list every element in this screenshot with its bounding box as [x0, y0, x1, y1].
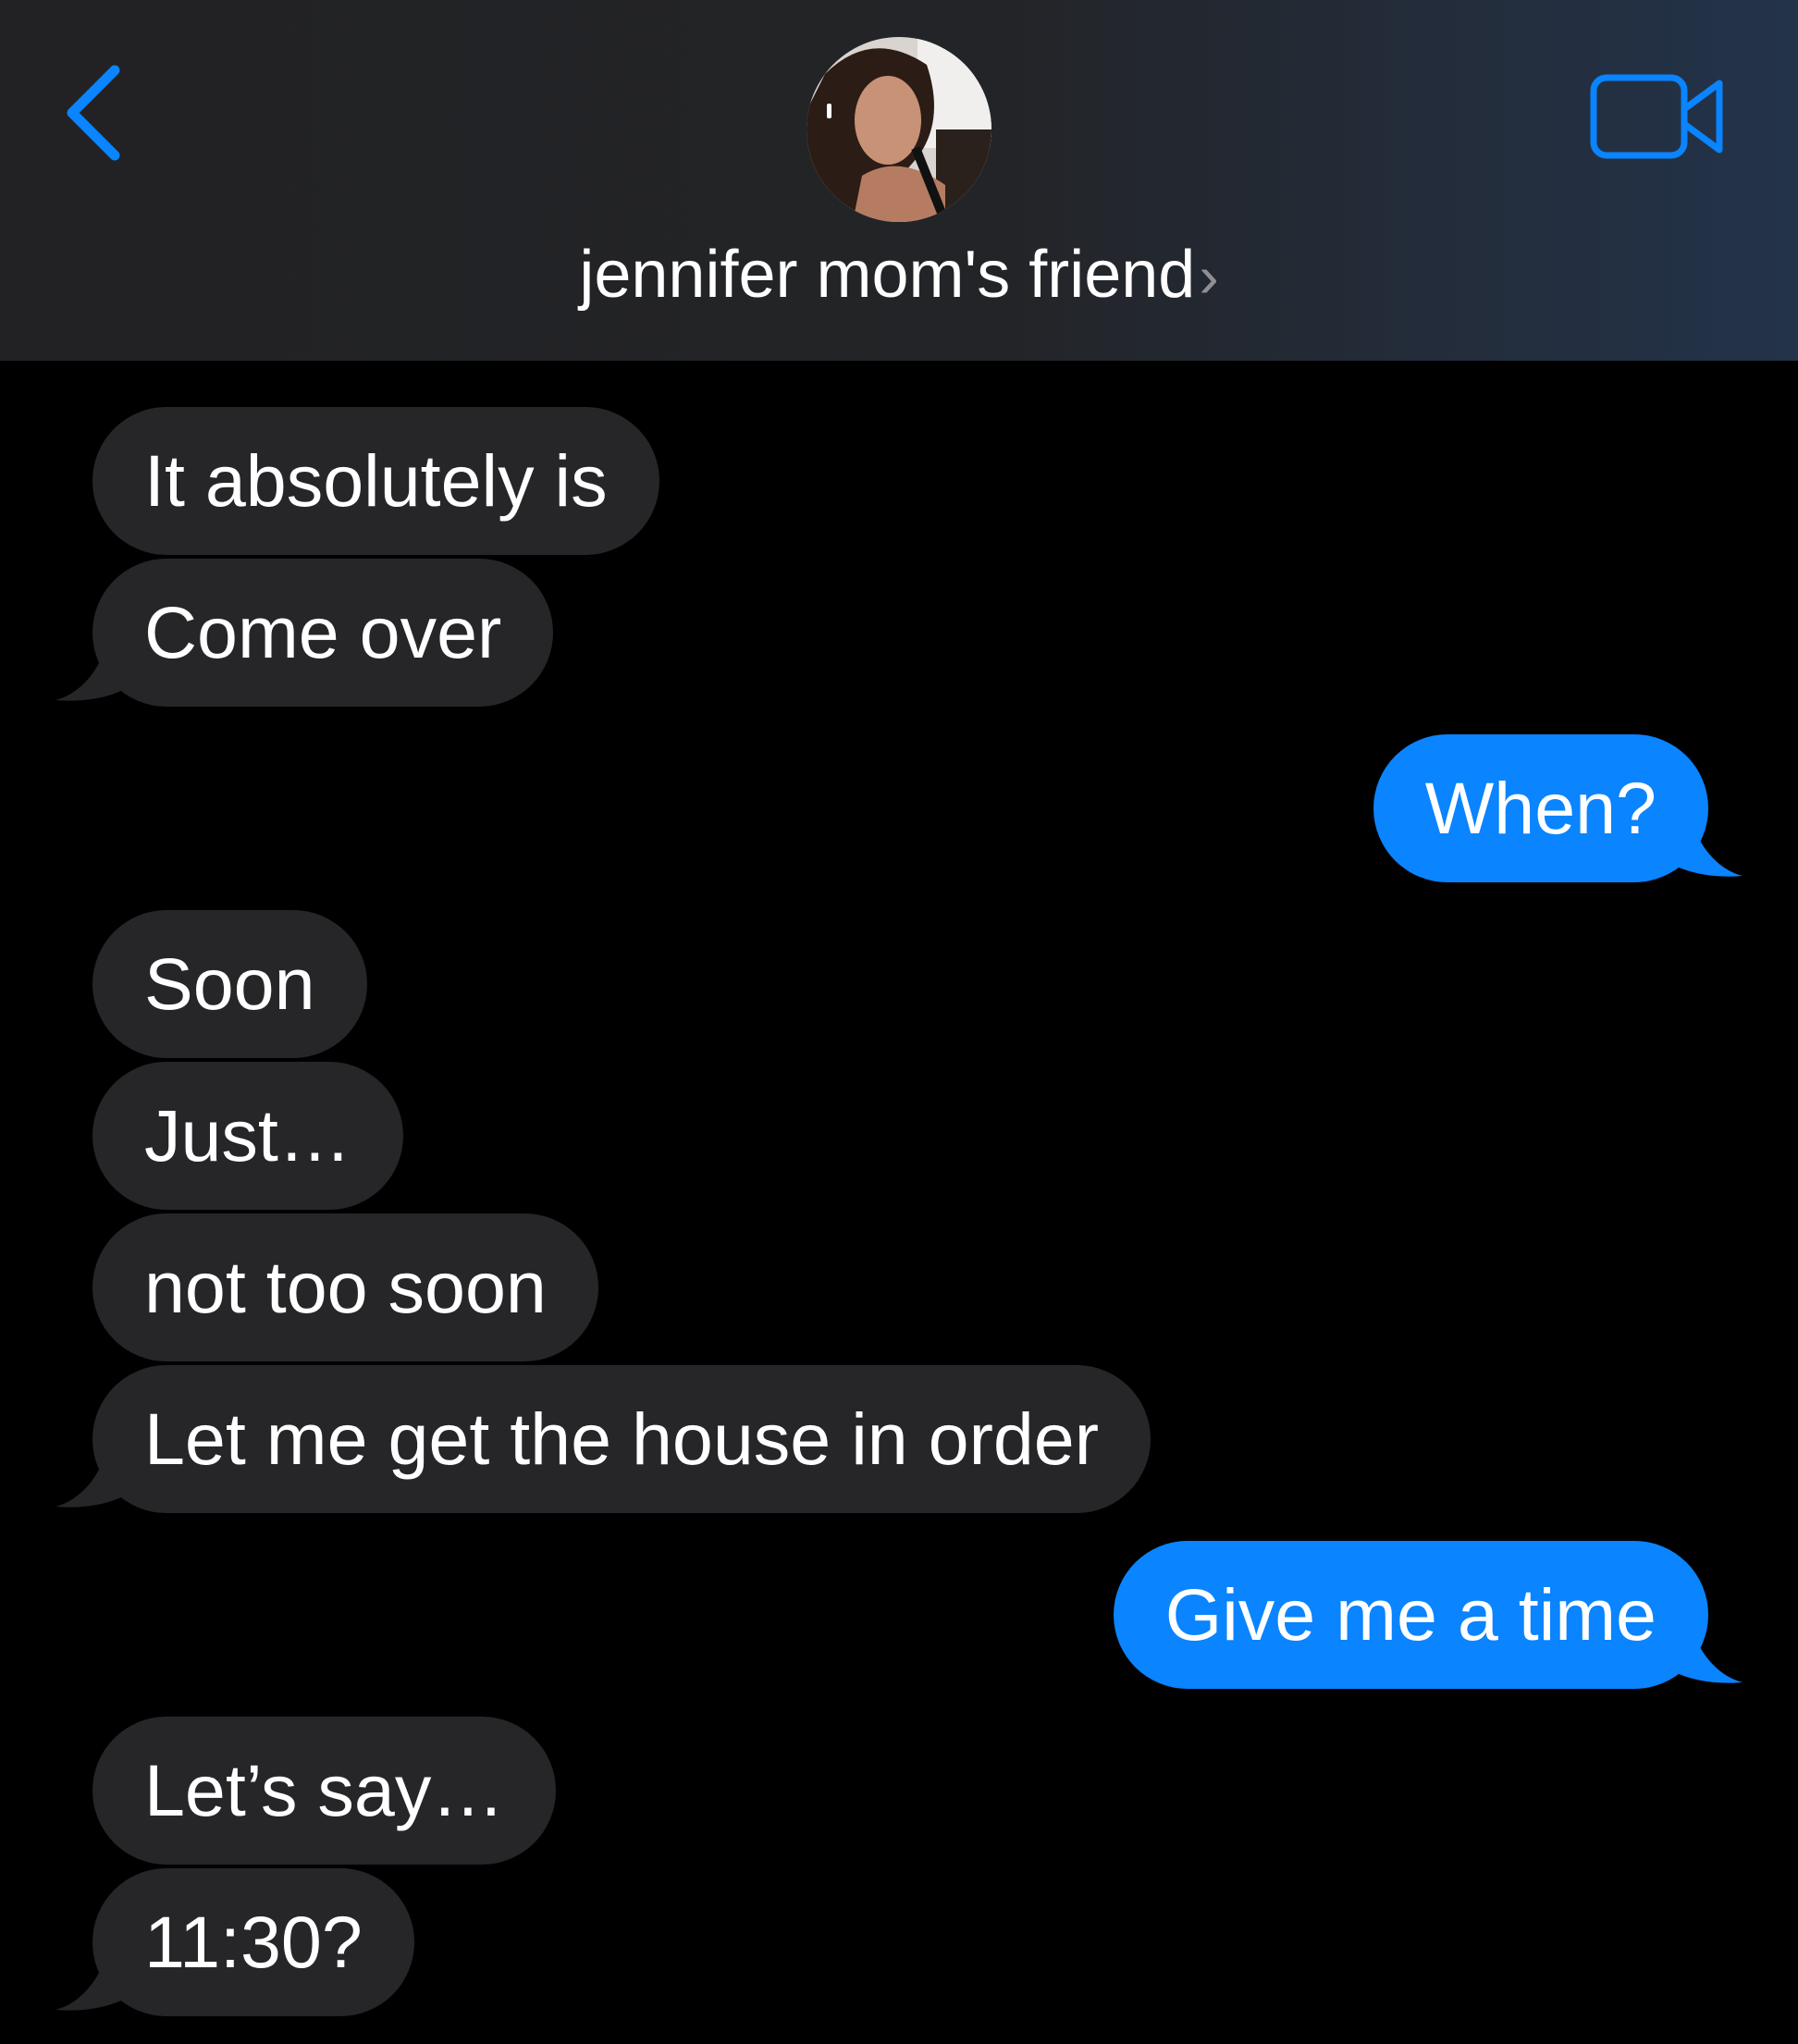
message-text: When?: [1424, 767, 1656, 849]
incoming-message-bubble[interactable]: 11:30?: [92, 1868, 414, 2016]
incoming-message-bubble[interactable]: Come over: [92, 559, 554, 707]
contact-name-text: jennifer mom's friend: [579, 238, 1196, 312]
message-text: not too soon: [144, 1246, 547, 1328]
message-text: Just…: [144, 1094, 351, 1176]
message-text: Let me get the house in order: [144, 1398, 1100, 1480]
message-text: It absolutely is: [144, 439, 608, 522]
message-text: 11:30?: [144, 1901, 363, 1983]
outgoing-message-bubble[interactable]: Give me a time: [1113, 1541, 1708, 1689]
outgoing-message-bubble[interactable]: When?: [1373, 734, 1708, 882]
incoming-message-bubble[interactable]: Just…: [92, 1062, 403, 1210]
message-text: Soon: [144, 942, 315, 1025]
chevron-right-icon: ›: [1199, 243, 1219, 310]
message-text: Let’s say…: [144, 1749, 505, 1831]
incoming-message-bubble[interactable]: Let me get the house in order: [92, 1365, 1151, 1513]
incoming-message-bubble[interactable]: Let’s say…: [92, 1717, 557, 1865]
incoming-message-bubble[interactable]: not too soon: [92, 1213, 598, 1361]
back-button[interactable]: [57, 57, 141, 168]
chevron-left-icon: [67, 65, 120, 161]
incoming-message-bubble[interactable]: Soon: [92, 910, 367, 1058]
contact-avatar[interactable]: [807, 37, 991, 222]
video-camera-icon: [1590, 74, 1723, 159]
conversation-header: jennifer mom's friend›: [0, 0, 1798, 361]
incoming-message-bubble[interactable]: It absolutely is: [92, 407, 659, 555]
facetime-video-button[interactable]: [1589, 72, 1728, 165]
message-text: Come over: [144, 591, 502, 673]
contact-name[interactable]: jennifer mom's friend›: [0, 233, 1798, 318]
message-text: Give me a time: [1164, 1573, 1656, 1656]
